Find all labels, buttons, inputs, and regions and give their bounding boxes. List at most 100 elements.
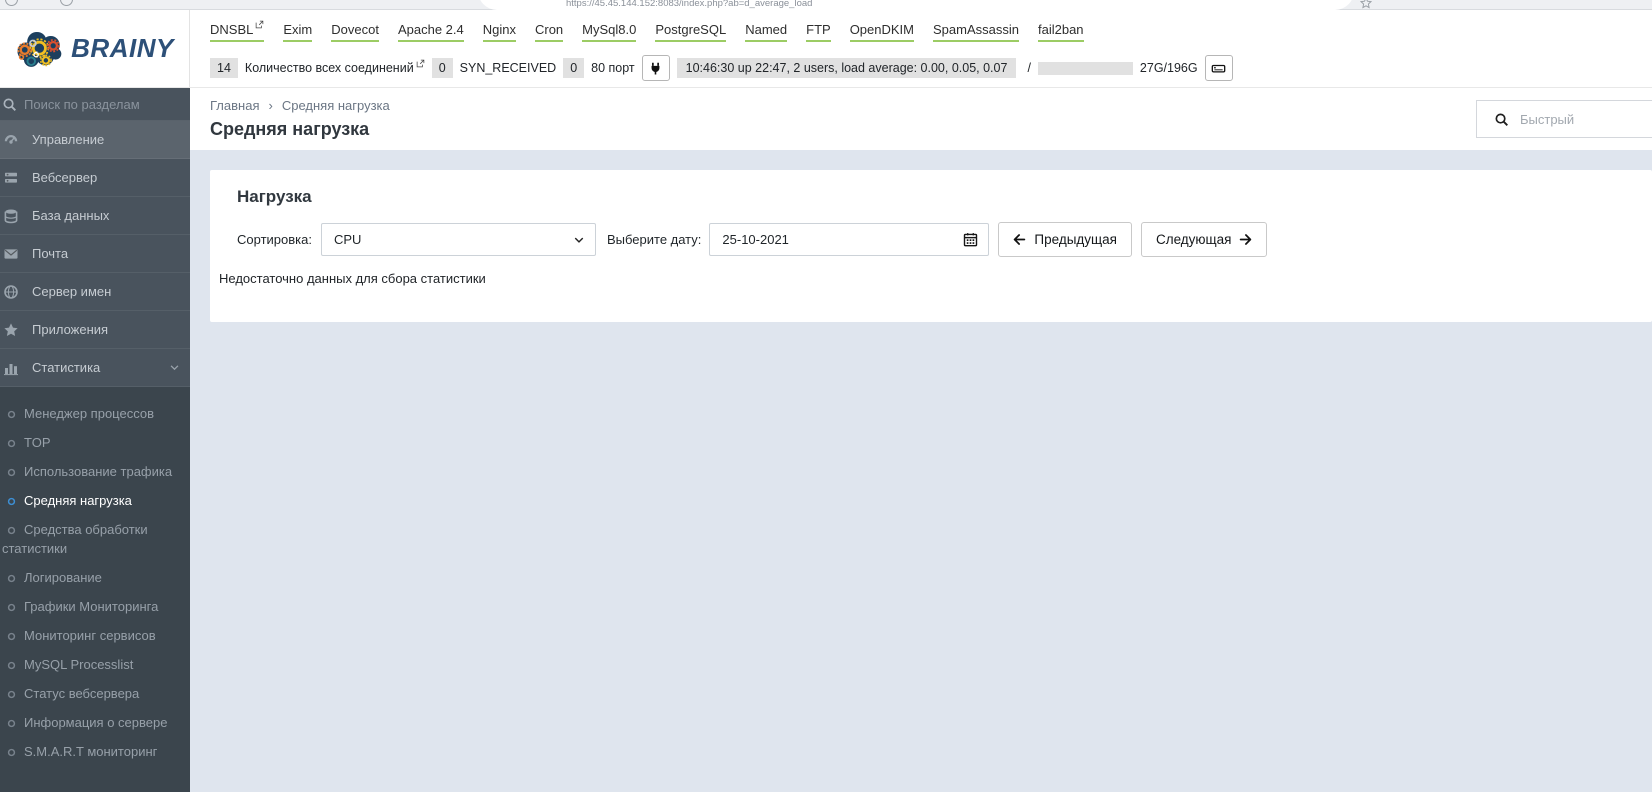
sidebar-menu: Управление Вебсервер База данных Почта Серве… <box>0 121 190 387</box>
circle-o-icon <box>7 603 16 612</box>
circle-o-icon <box>7 410 16 419</box>
top-nav-link-label: Nginx <box>482 22 516 37</box>
sidebar-subitem-traffic-usage[interactable]: Использование трафика <box>0 457 190 486</box>
disk-info-button[interactable] <box>1204 55 1233 81</box>
browser-chrome-strip: https://45.45.144.152:8083/index.php?ab=… <box>0 0 1652 10</box>
top-nav-link-label: OpenDKIM <box>849 22 914 37</box>
sidebar-item-database[interactable]: База данных <box>0 197 190 235</box>
chart-icon <box>3 360 19 376</box>
sidebar-item-label: База данных <box>32 208 110 223</box>
circle-o-icon <box>7 468 16 477</box>
star-icon <box>3 322 19 338</box>
card-controls: Сортировка: CPU Выберите дату: 25-10-202… <box>237 222 1652 257</box>
top-nav-link-apache[interactable]: Apache 2.4 <box>397 22 464 42</box>
sidebar-subitem-top[interactable]: TOP <box>0 428 190 457</box>
top-nav-link-label: Exim <box>283 22 313 37</box>
top-nav-link-label: PostgreSQL <box>655 22 727 37</box>
top-nav-link-mysql[interactable]: MySql8.0 <box>582 22 637 42</box>
top-nav-link-label: FTP <box>806 22 831 37</box>
plug-icon <box>648 61 663 76</box>
sidebar-item-label: Почта <box>32 246 69 261</box>
empty-data-message: Недостаточно данных для сбора статистики <box>219 271 486 286</box>
quick-search-input[interactable] <box>1520 111 1630 127</box>
connections-count-badge: 14 <box>210 58 238 78</box>
circle-o-icon <box>7 497 16 506</box>
top-nav-link-opendkim[interactable]: OpenDKIM <box>849 22 914 42</box>
bookmark-star-icon[interactable] <box>1360 0 1372 9</box>
browser-back-icon[interactable] <box>5 0 18 6</box>
page-head: Главная › Средняя нагрузка Средняя нагру… <box>190 88 1652 150</box>
header: BRAINY DNSBL Exim Dovecot Apache 2.4 Nginx Cr… <box>0 10 1652 88</box>
breadcrumb: Главная › Средняя нагрузка <box>210 98 1652 113</box>
date-input[interactable]: 25-10-2021 <box>709 223 990 256</box>
sidebar-item-mail[interactable]: Почта <box>0 235 190 273</box>
brainy-logo[interactable]: BRAINY <box>0 10 190 87</box>
next-button[interactable]: Следующая <box>1140 222 1268 257</box>
sidebar-subitem-monitoring-graphs[interactable]: Графики Мониторинга <box>0 592 190 621</box>
sidebar-subitem-average-load[interactable]: Средняя нагрузка <box>0 486 190 515</box>
sidebar-subitem-logging[interactable]: Логирование <box>0 563 190 592</box>
sidebar-subitem-webserver-status[interactable]: Статус вебсервера <box>0 679 190 708</box>
sidebar-subitem-label: Логирование <box>24 570 102 585</box>
sort-label: Сортировка: <box>237 232 312 247</box>
top-nav-link-label: DNSBL <box>210 22 254 37</box>
load-card: Нагрузка Сортировка: CPU Выберите дату: … <box>210 170 1652 322</box>
app-screen: https://45.45.144.152:8083/index.php?ab=… <box>0 0 1652 792</box>
sidebar-subitem-process-manager[interactable]: Менеджер процессов <box>0 399 190 428</box>
sidebar-submenu: Менеджер процессов TOP Использование трафи… <box>0 387 190 792</box>
external-link-icon <box>255 20 264 29</box>
sidebar-subitem-label: Мониторинг сервисов <box>24 628 156 643</box>
envelope-icon <box>3 246 19 262</box>
sidebar-subitem-label: MySQL Processlist <box>24 657 134 672</box>
sidebar-item-management[interactable]: Управление <box>0 121 190 159</box>
connections-plug-button[interactable] <box>641 55 670 81</box>
quick-search-box[interactable] <box>1476 100 1652 138</box>
sidebar-subitem-label: Средняя нагрузка <box>24 493 132 508</box>
main-area: Главная › Средняя нагрузка Средняя нагру… <box>190 88 1652 792</box>
top-nav-link-exim[interactable]: Exim <box>283 22 313 42</box>
sidebar-subitem-server-info[interactable]: Информация о сервере <box>0 708 190 737</box>
top-nav-link-label: Apache 2.4 <box>397 22 464 37</box>
sidebar-subitem-smart-monitoring[interactable]: S.M.A.R.T мониторинг <box>0 737 190 766</box>
connections-label[interactable]: Количество всех соединений <box>245 59 425 75</box>
top-nav-link-fail2ban[interactable]: fail2ban <box>1037 22 1084 42</box>
sort-select[interactable]: CPU <box>320 223 596 256</box>
circle-o-icon <box>7 526 16 535</box>
circle-o-icon <box>7 439 16 448</box>
sidebar-item-nameserver[interactable]: Сервер имен <box>0 273 190 311</box>
sidebar-search-input[interactable] <box>24 96 174 112</box>
sidebar-subitem-label: Средства обработки статистики <box>2 522 148 556</box>
port80-count-badge: 0 <box>563 58 585 78</box>
breadcrumb-home[interactable]: Главная <box>210 98 259 113</box>
circle-o-icon <box>7 719 16 728</box>
browser-reload-icon[interactable] <box>60 0 73 6</box>
disk-usage-text: 27G/196G <box>1139 61 1198 75</box>
arrow-right-icon <box>1239 233 1252 246</box>
top-nav-link-cron[interactable]: Cron <box>534 22 564 42</box>
sidebar-item-label: Управление <box>32 132 105 147</box>
top-nav-link-nginx[interactable]: Nginx <box>482 22 516 42</box>
previous-button[interactable]: Предыдущая <box>998 222 1132 257</box>
sidebar-item-statistics[interactable]: Статистика <box>0 349 190 387</box>
sidebar-subitem-mysql-processlist[interactable]: MySQL Processlist <box>0 650 190 679</box>
top-nav-link-dnsbl[interactable]: DNSBL <box>210 20 265 42</box>
sidebar-item-apps[interactable]: Приложения <box>0 311 190 349</box>
top-nav-link-postgresql[interactable]: PostgreSQL <box>655 22 727 42</box>
sort-select-value: CPU <box>333 232 362 247</box>
top-nav-link-spamassassin[interactable]: SpamAssassin <box>933 22 1019 42</box>
top-nav-link-dovecot[interactable]: Dovecot <box>331 22 379 42</box>
header-main: DNSBL Exim Dovecot Apache 2.4 Nginx Cron MySql… <box>190 10 1652 87</box>
date-label: Выберите дату: <box>606 232 702 247</box>
globe-icon <box>3 284 19 300</box>
top-nav-link-named[interactable]: Named <box>745 22 788 42</box>
top-nav-link-ftp[interactable]: FTP <box>806 22 831 42</box>
chevron-down-icon <box>573 234 585 246</box>
sidebar-subitem-stats-tools[interactable]: Средства обработки статистики <box>0 515 190 563</box>
sidebar-subitem-label: Использование трафика <box>24 464 173 479</box>
sidebar-search[interactable] <box>0 88 190 121</box>
sidebar-item-webserver[interactable]: Вебсервер <box>0 159 190 197</box>
sidebar-subitem-service-monitoring[interactable]: Мониторинг сервисов <box>0 621 190 650</box>
sidebar-subitem-label: Графики Мониторинга <box>24 599 159 614</box>
browser-address-bar[interactable]: https://45.45.144.152:8083/index.php?ab=… <box>478 0 1354 10</box>
calendar-icon <box>963 232 978 247</box>
